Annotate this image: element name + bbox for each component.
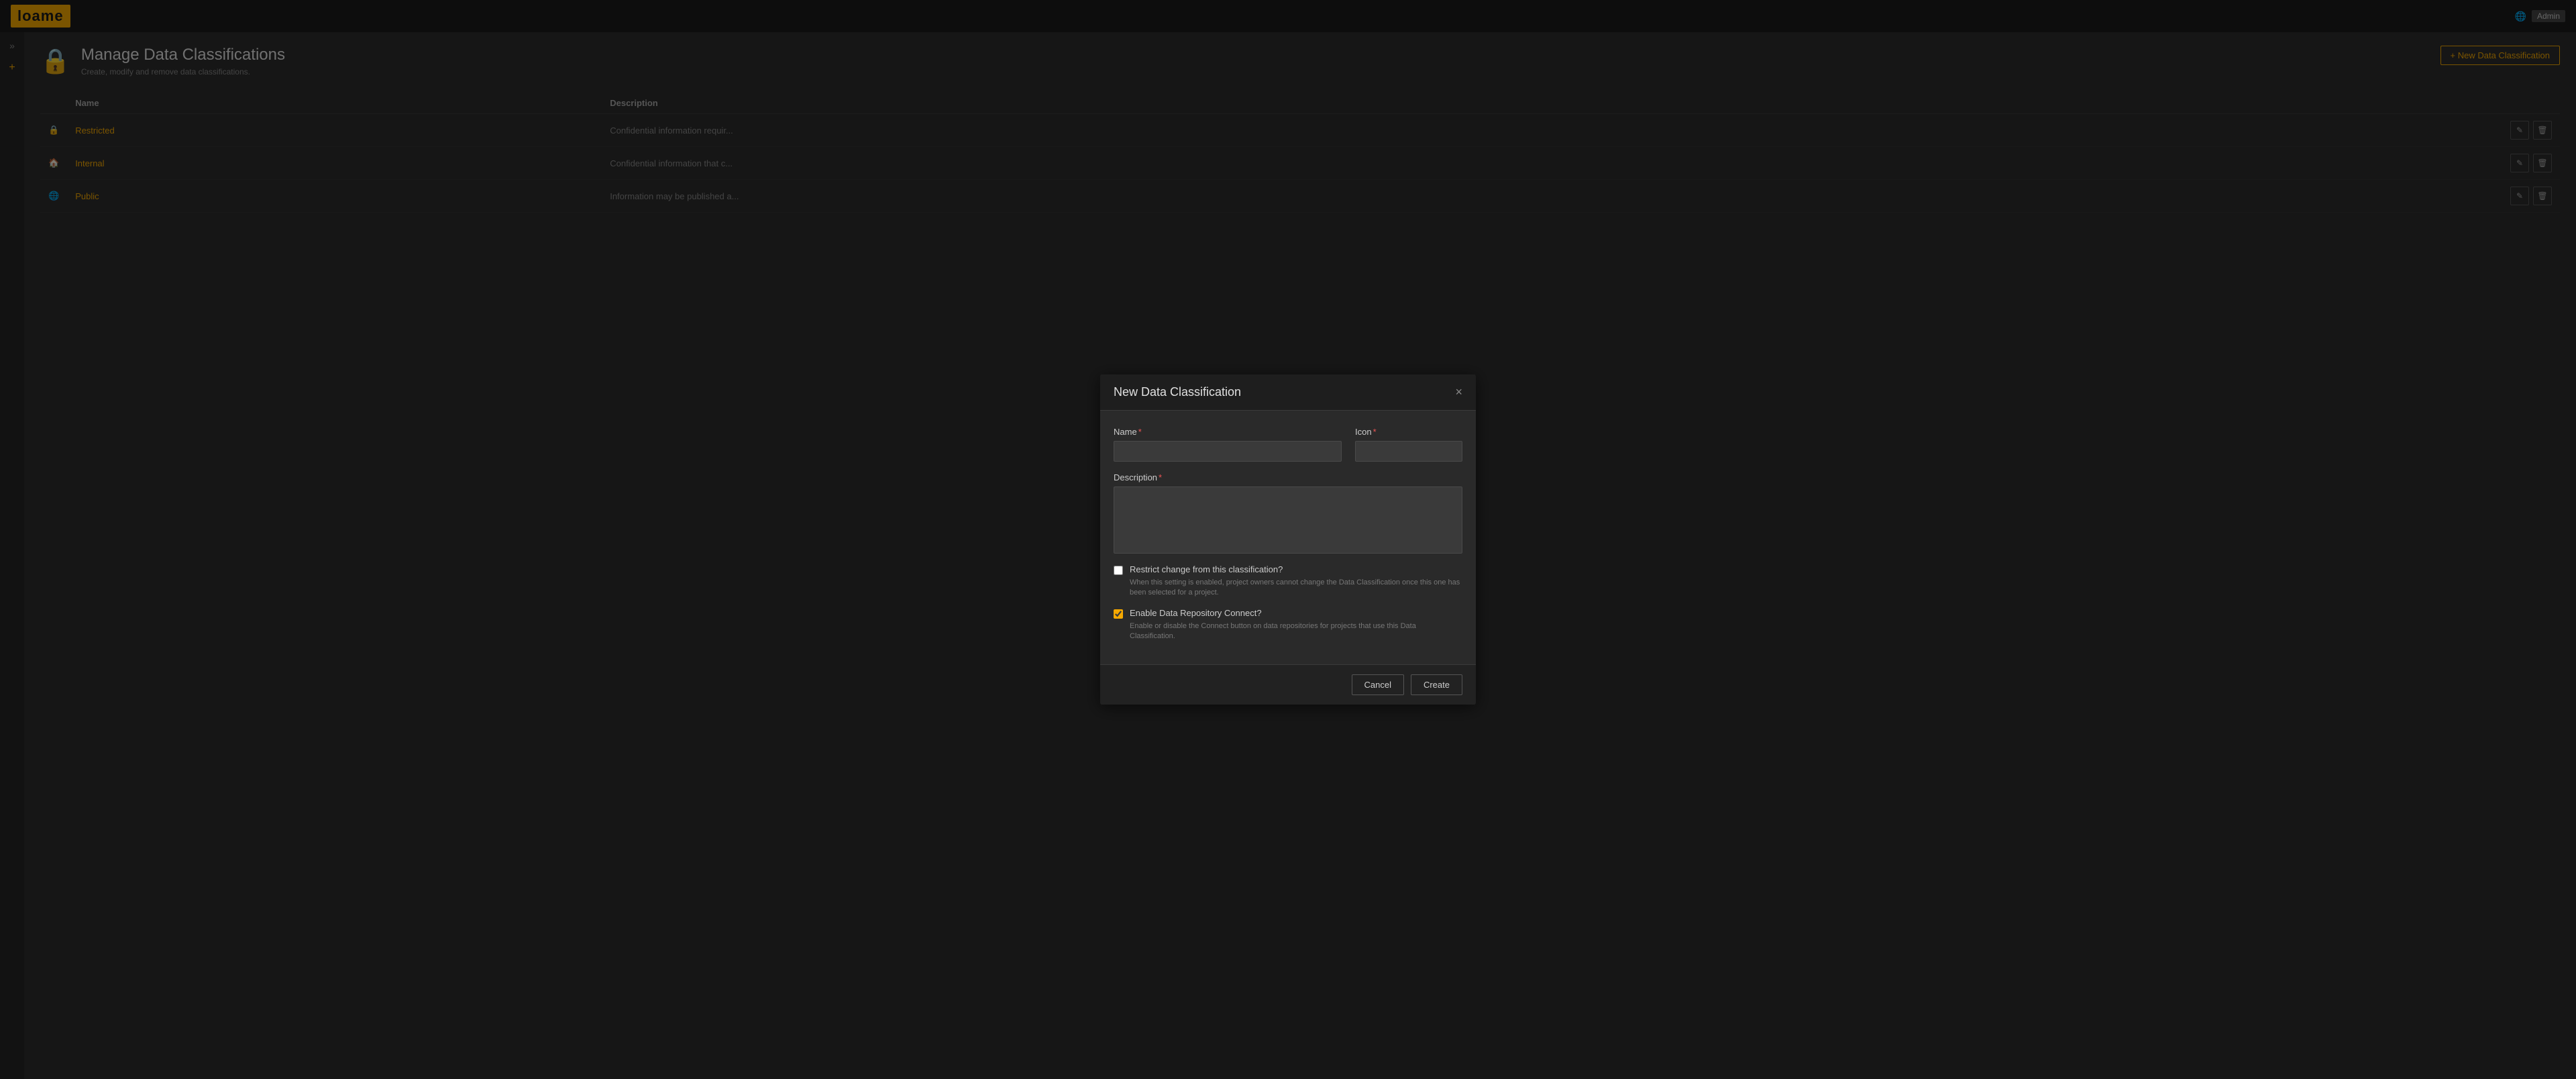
name-label: Name*: [1114, 427, 1342, 437]
restrict-checkbox[interactable]: [1114, 566, 1123, 575]
icon-input[interactable]: [1355, 441, 1462, 462]
restrict-group: Restrict change from this classification…: [1114, 564, 1462, 599]
description-input[interactable]: [1114, 486, 1462, 554]
modal-body: Name* Icon* Description*: [1100, 411, 1476, 665]
modal-footer: Cancel Create: [1100, 664, 1476, 705]
icon-required: *: [1373, 427, 1377, 437]
restrict-row: Restrict change from this classification…: [1114, 564, 1462, 575]
enable-connect-hint: Enable or disable the Connect button on …: [1130, 621, 1462, 642]
modal-header: New Data Classification ×: [1100, 374, 1476, 411]
desc-required: *: [1159, 472, 1162, 482]
restrict-hint: When this setting is enabled, project ow…: [1130, 578, 1462, 599]
modal: New Data Classification × Name* Icon*: [1100, 374, 1476, 705]
restrict-label[interactable]: Restrict change from this classification…: [1130, 564, 1283, 574]
icon-group: Icon*: [1355, 427, 1462, 462]
enable-connect-checkbox[interactable]: [1114, 609, 1123, 619]
name-group: Name*: [1114, 427, 1342, 462]
cancel-button[interactable]: Cancel: [1352, 674, 1404, 695]
enable-connect-label[interactable]: Enable Data Repository Connect?: [1130, 608, 1262, 618]
modal-overlay: New Data Classification × Name* Icon*: [0, 0, 2576, 1079]
enable-connect-row: Enable Data Repository Connect?: [1114, 608, 1462, 619]
modal-close-button[interactable]: ×: [1455, 386, 1462, 398]
name-icon-row: Name* Icon*: [1114, 427, 1462, 462]
description-label: Description*: [1114, 472, 1462, 482]
enable-connect-group: Enable Data Repository Connect? Enable o…: [1114, 608, 1462, 642]
name-required: *: [1138, 427, 1142, 437]
description-group: Description*: [1114, 472, 1462, 554]
icon-label: Icon*: [1355, 427, 1462, 437]
modal-title: New Data Classification: [1114, 385, 1241, 399]
name-input[interactable]: [1114, 441, 1342, 462]
create-button[interactable]: Create: [1411, 674, 1462, 695]
